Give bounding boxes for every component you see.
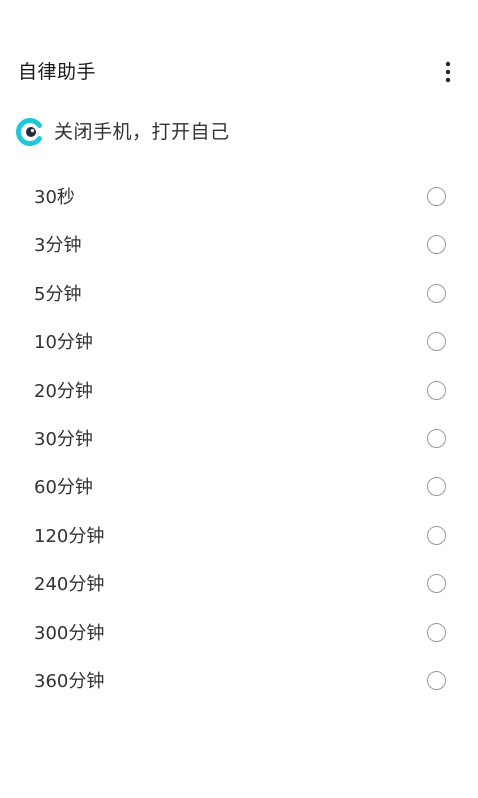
duration-option-label: 300分钟 xyxy=(34,622,105,644)
duration-option[interactable]: 20分钟 xyxy=(0,368,478,416)
duration-option-label: 20分钟 xyxy=(34,380,93,402)
duration-option[interactable]: 10分钟 xyxy=(0,319,478,367)
duration-option[interactable]: 360分钟 xyxy=(0,658,478,706)
duration-option[interactable]: 240分钟 xyxy=(0,561,478,609)
tagline-row: 关闭手机，打开自己 xyxy=(0,114,478,150)
radio-button[interactable] xyxy=(427,428,446,448)
radio-button[interactable] xyxy=(427,283,446,303)
duration-option-label: 60分钟 xyxy=(34,477,93,499)
duration-option[interactable]: 300分钟 xyxy=(0,610,478,658)
app-logo-icon xyxy=(16,118,42,146)
duration-option[interactable]: 120分钟 xyxy=(0,513,478,561)
app-bar: 自律助手 xyxy=(0,44,478,100)
app-title: 自律助手 xyxy=(18,61,97,83)
duration-option-label: 3分钟 xyxy=(34,235,82,257)
duration-options-list: 30秒 3分钟 5分钟 10分钟 20分钟 30分钟 60分钟 120分钟 24… xyxy=(0,174,478,706)
duration-option-label: 120分钟 xyxy=(34,525,105,547)
radio-button[interactable] xyxy=(427,574,446,594)
radio-button[interactable] xyxy=(427,477,446,497)
radio-button[interactable] xyxy=(427,525,446,545)
tagline-text: 关闭手机，打开自己 xyxy=(54,121,230,143)
duration-option[interactable]: 30分钟 xyxy=(0,416,478,464)
radio-button[interactable] xyxy=(427,622,446,642)
duration-option-label: 30秒 xyxy=(34,187,75,208)
duration-option-label: 240分钟 xyxy=(34,574,105,596)
duration-option[interactable]: 60分钟 xyxy=(0,464,478,512)
duration-option[interactable]: 5分钟 xyxy=(0,271,478,319)
more-vertical-icon xyxy=(445,61,451,83)
duration-option-label: 10分钟 xyxy=(34,332,93,354)
radio-button[interactable] xyxy=(427,380,446,400)
radio-button[interactable] xyxy=(427,187,446,206)
duration-option[interactable]: 30秒 xyxy=(0,174,478,222)
radio-button[interactable] xyxy=(427,332,446,352)
more-options-button[interactable] xyxy=(432,56,464,88)
duration-option[interactable]: 3分钟 xyxy=(0,222,478,270)
duration-option-label: 5分钟 xyxy=(34,283,82,305)
radio-button[interactable] xyxy=(427,670,446,690)
radio-button[interactable] xyxy=(427,235,446,255)
duration-option-label: 30分钟 xyxy=(34,428,93,450)
duration-option-label: 360分钟 xyxy=(34,670,105,692)
